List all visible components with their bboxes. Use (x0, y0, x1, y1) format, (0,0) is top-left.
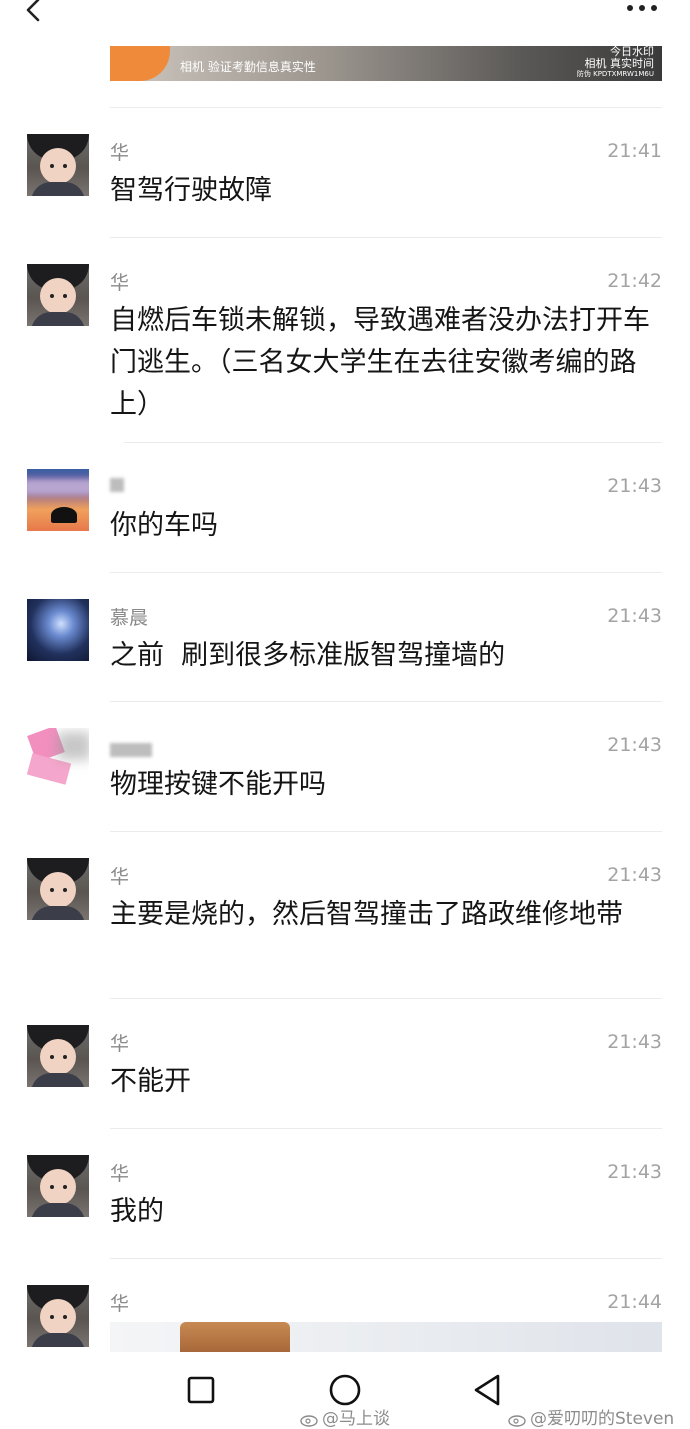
divider (110, 107, 662, 108)
avatar[interactable] (27, 599, 89, 661)
photo-caption: 相机 验证考勤信息真实性 (180, 60, 316, 74)
divider (110, 831, 662, 832)
divider (110, 998, 662, 999)
photo-object (180, 1322, 290, 1352)
divider (110, 1128, 662, 1129)
divider (124, 442, 662, 443)
back-button[interactable] (18, 0, 58, 38)
message-text: 之前 刷到很多标准版智驾撞墙的 (110, 640, 506, 671)
message-time: 21:43 (607, 1161, 662, 1183)
home-icon (329, 1374, 361, 1406)
photo-watermark: 今日水印 相机 真实时间 防伪 KPDTXMRW1M6U (577, 46, 654, 79)
avatar[interactable] (27, 1025, 89, 1087)
credit-left-text: @马上谈 (322, 1409, 390, 1429)
message-time: 21:43 (607, 605, 662, 627)
message-time: 21:43 (607, 475, 662, 497)
recent-apps-icon (187, 1376, 215, 1404)
message-time: 21:44 (607, 1291, 662, 1313)
watermark-code: 防伪 KPDTXMRW1M6U (576, 70, 654, 78)
more-button[interactable] (618, 0, 668, 20)
sender-name: 华 (110, 1163, 130, 1185)
credit-left: @马上谈 (300, 1404, 390, 1429)
message-text: 主要是烧的，然后智驾撞击了路政维修地带 (110, 899, 623, 930)
sender-name: 华 (110, 1033, 130, 1055)
photo-orange-shape (110, 46, 170, 81)
sender-name (110, 475, 124, 497)
divider (110, 1258, 662, 1259)
weibo-icon (508, 1415, 526, 1427)
recent-apps-button[interactable] (187, 1376, 215, 1404)
message-time: 21:43 (607, 864, 662, 886)
avatar[interactable] (27, 1155, 89, 1217)
message-time: 21:43 (607, 734, 662, 756)
sender-name: 华 (110, 1293, 130, 1315)
sender-name (110, 740, 152, 762)
back-triangle-icon (474, 1374, 500, 1406)
avatar[interactable] (27, 264, 89, 326)
message-time: 21:43 (607, 1031, 662, 1053)
message-text: 你的车吗 (110, 510, 218, 541)
shared-photo-bottom[interactable] (110, 1322, 662, 1352)
message-text: 不能开 (110, 1066, 191, 1097)
avatar[interactable] (27, 1285, 89, 1347)
message-time: 21:42 (607, 270, 662, 292)
weibo-icon (300, 1415, 318, 1427)
sender-name: 华 (110, 866, 130, 888)
credit-right-text: @爱叨叨的Steven (530, 1409, 675, 1429)
shared-photo-top[interactable]: 相机 验证考勤信息真实性 今日水印 相机 真实时间 防伪 KPDTXMRW1M6… (110, 46, 662, 81)
avatar[interactable] (27, 469, 89, 531)
home-button[interactable] (327, 1372, 363, 1408)
message-text: 自燃后车锁未解锁，导致遇难者没办法打开车门逃生。（三名女大学生在去往安徽考编的路… (110, 305, 650, 420)
avatar[interactable] (27, 858, 89, 920)
message-text: 智驾行驶故障 (110, 175, 272, 206)
divider (110, 701, 662, 702)
avatar[interactable] (27, 134, 89, 196)
sender-name: 华 (110, 142, 130, 164)
avatar[interactable] (27, 728, 89, 790)
chevron-left-icon (26, 0, 40, 22)
sender-name: 慕晨 (110, 607, 149, 629)
message-text: 物理按键不能开吗 (110, 769, 326, 800)
watermark-line2: 相机 真实时间 (584, 57, 655, 70)
sender-name: 华 (110, 272, 130, 294)
message-time: 21:41 (607, 140, 662, 162)
sender-name-redacted (110, 478, 124, 492)
divider (110, 572, 662, 573)
sender-name-redacted (110, 743, 152, 757)
top-bar (0, 0, 690, 46)
message-text: 我的 (110, 1196, 164, 1227)
more-horizontal-icon (627, 5, 657, 11)
divider (110, 237, 662, 238)
back-nav-button[interactable] (470, 1372, 506, 1408)
credit-right: @爱叨叨的Steven (508, 1404, 674, 1429)
